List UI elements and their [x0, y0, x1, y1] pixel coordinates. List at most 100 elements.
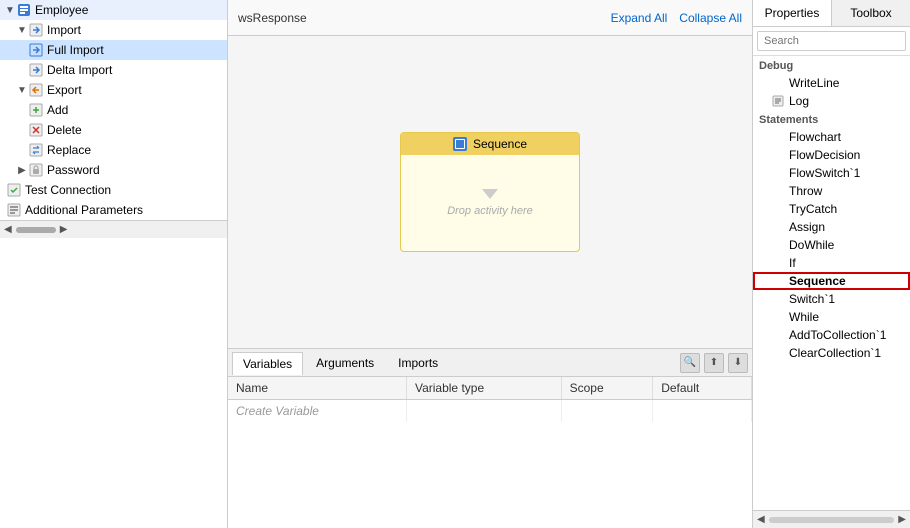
bottom-panel: Variables Arguments Imports 🔍 ⬆ ⬇ Name V… — [228, 348, 752, 528]
collapse-all-button[interactable]: Collapse All — [679, 11, 742, 25]
sidebar-item-full-import[interactable]: Full Import — [0, 40, 227, 60]
right-panel: Properties Toolbox Debug WriteLine Log S… — [752, 0, 910, 528]
toolbox-item-while[interactable]: While — [753, 308, 910, 326]
add-icon — [28, 102, 44, 118]
sidebar-item-delta-import[interactable]: Delta Import — [0, 60, 227, 80]
scroll-left-arrow[interactable]: ◀ — [757, 514, 765, 525]
clearcollection1-icon — [771, 346, 785, 360]
sidebar-replace-label: Replace — [47, 143, 91, 157]
tab-arguments[interactable]: Arguments — [305, 351, 385, 374]
sequence-drop-area[interactable]: Drop activity here — [401, 155, 579, 251]
sequence-toolbox-icon — [771, 274, 785, 288]
expand-arrow-import[interactable]: ▼ — [16, 25, 28, 36]
sidebar-root-employee[interactable]: ▼ Employee — [0, 0, 227, 20]
writeline-icon — [771, 76, 785, 90]
sidebar-import-label: Import — [47, 23, 81, 37]
full-import-icon — [28, 42, 44, 58]
scroll-thumb[interactable] — [769, 517, 895, 523]
tab-imports[interactable]: Imports — [387, 351, 449, 374]
ws-name-label: wsResponse — [238, 11, 307, 25]
main-area: wsResponse Expand All Collapse All Seque… — [228, 0, 752, 528]
expand-arrow-password[interactable]: ▶ — [16, 165, 28, 176]
toolbox-item-flowswitch1[interactable]: FlowSwitch`1 — [753, 164, 910, 182]
tab-variables[interactable]: Variables — [232, 352, 303, 375]
search-vars-button[interactable]: 🔍 — [680, 353, 700, 373]
sidebar-item-add[interactable]: Add — [0, 100, 227, 120]
toolbox-item-trycatch[interactable]: TryCatch — [753, 200, 910, 218]
sequence-title-bar: Sequence — [401, 133, 579, 155]
drop-hint-label: Drop activity here — [447, 205, 533, 217]
toolbox-item-flowchart[interactable]: Flowchart — [753, 128, 910, 146]
toolbox-item-addtocollection1[interactable]: AddToCollection`1 — [753, 326, 910, 344]
toolbox-item-if[interactable]: If — [753, 254, 910, 272]
sidebar-full-import-label: Full Import — [47, 43, 104, 57]
col-default: Default — [653, 377, 752, 400]
toolbox-item-assign[interactable]: Assign — [753, 218, 910, 236]
tab-properties[interactable]: Properties — [753, 0, 832, 26]
sidebar-item-additional-parameters[interactable]: Additional Parameters — [0, 200, 227, 220]
sidebar-item-test-connection[interactable]: Test Connection — [0, 180, 227, 200]
flowdecision-icon — [771, 148, 785, 162]
table-row-create-variable[interactable]: Create Variable — [228, 400, 752, 423]
sidebar-item-password[interactable]: ▶ Password — [0, 160, 227, 180]
sidebar-item-export[interactable]: ▼ Export — [0, 80, 227, 100]
toolbox-item-switch1[interactable]: Switch`1 — [753, 290, 910, 308]
sequence-container: Sequence Drop activity here — [400, 132, 580, 252]
collapse-panel-button[interactable]: ⬇ — [728, 353, 748, 373]
toolbox-item-log[interactable]: Log — [753, 92, 910, 110]
while-icon — [771, 310, 785, 324]
sidebar-password-label: Password — [47, 163, 100, 177]
flowchart-icon — [771, 130, 785, 144]
bottom-tabs: Variables Arguments Imports 🔍 ⬆ ⬇ — [228, 349, 752, 377]
sidebar: ▼ Employee ▼ Import Full Import Delta Im… — [0, 0, 228, 528]
header-actions: Expand All Collapse All — [611, 11, 742, 25]
toolbox-item-flowdecision[interactable]: FlowDecision — [753, 146, 910, 164]
tab-toolbox[interactable]: Toolbox — [832, 0, 910, 26]
bottom-tab-icons: 🔍 ⬆ ⬇ — [680, 353, 748, 373]
toolbox-item-clearcollection1[interactable]: ClearCollection`1 — [753, 344, 910, 362]
assign-icon — [771, 220, 785, 234]
additional-parameters-icon — [6, 202, 22, 218]
switch1-icon — [771, 292, 785, 306]
sidebar-add-label: Add — [47, 103, 68, 117]
sidebar-item-delete[interactable]: Delete — [0, 120, 227, 140]
expand-panel-button[interactable]: ⬆ — [704, 353, 724, 373]
sidebar-employee-label: Employee — [35, 3, 88, 17]
employee-icon — [16, 2, 32, 18]
search-input[interactable] — [757, 31, 906, 51]
toolbox-item-writeline[interactable]: WriteLine — [753, 74, 910, 92]
addtocollection1-icon — [771, 328, 785, 342]
sidebar-item-import[interactable]: ▼ Import — [0, 20, 227, 40]
right-panel-tabs: Properties Toolbox — [753, 0, 910, 27]
toolbox-item-throw[interactable]: Throw — [753, 182, 910, 200]
create-variable-label: Create Variable — [228, 400, 406, 423]
canvas-header: wsResponse Expand All Collapse All — [228, 0, 752, 36]
export-icon — [28, 82, 44, 98]
expand-all-button[interactable]: Expand All — [611, 11, 668, 25]
scroll-right-arrow[interactable]: ▶ — [898, 514, 906, 525]
toolbox-item-dowhile[interactable]: DoWhile — [753, 236, 910, 254]
workflow-canvas[interactable]: Sequence Drop activity here — [228, 36, 752, 348]
throw-icon — [771, 184, 785, 198]
test-connection-icon — [6, 182, 22, 198]
log-icon — [771, 94, 785, 108]
group-statements-label: Statements — [753, 110, 910, 128]
dowhile-icon — [771, 238, 785, 252]
sidebar-delta-import-label: Delta Import — [47, 63, 112, 77]
trycatch-icon — [771, 202, 785, 216]
expand-arrow-export[interactable]: ▼ — [16, 85, 28, 96]
toolbox-item-sequence[interactable]: Sequence — [753, 272, 910, 290]
col-name: Name — [228, 377, 406, 400]
right-panel-scrollbar: ◀ ▶ — [753, 510, 910, 528]
expand-arrow-employee[interactable]: ▼ — [4, 5, 16, 16]
toolbox-list: Debug WriteLine Log Statements Flowchart… — [753, 56, 910, 510]
sidebar-item-replace[interactable]: Replace — [0, 140, 227, 160]
sidebar-export-label: Export — [47, 83, 82, 97]
import-icon — [28, 22, 44, 38]
if-icon — [771, 256, 785, 270]
variables-table: Name Variable type Scope Default Create … — [228, 377, 752, 528]
replace-icon — [28, 142, 44, 158]
delete-icon — [28, 122, 44, 138]
sidebar-scroll-thumb[interactable] — [16, 227, 56, 233]
col-scope: Scope — [561, 377, 653, 400]
